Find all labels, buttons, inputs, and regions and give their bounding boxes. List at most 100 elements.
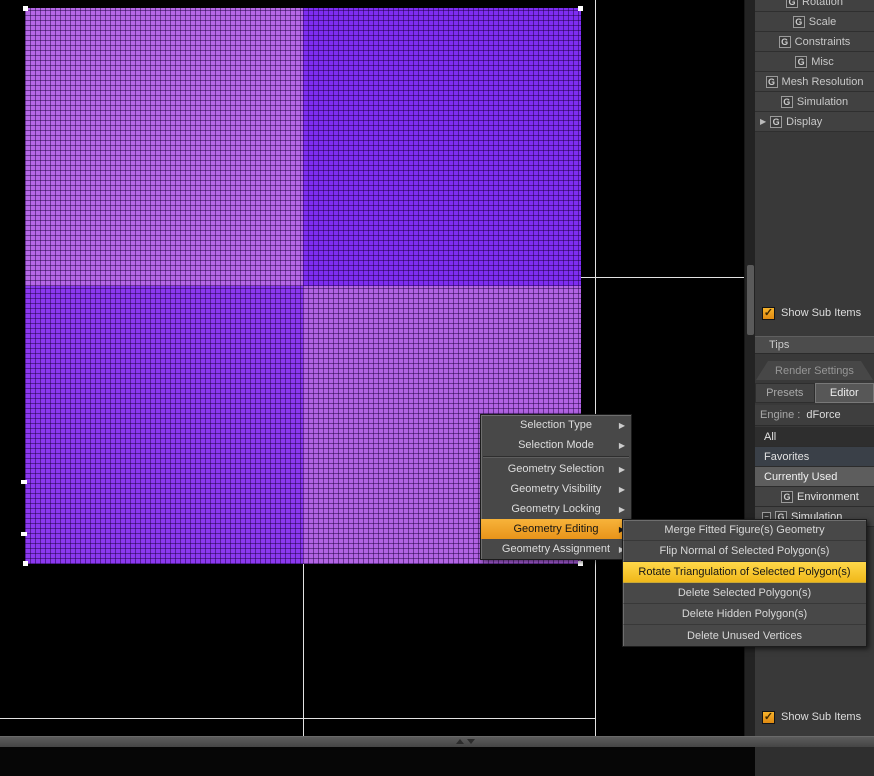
menu-item-label: Geometry Assignment [501,543,611,555]
param-group-misc[interactable]: G Misc [755,52,874,72]
submenu-item-label: Delete Unused Vertices [687,629,802,642]
group-icon: G [795,55,808,68]
render-settings-tabs: Presets Editor [755,383,874,403]
group-icon: G [770,115,783,128]
filter-row-environment[interactable]: G Environment [755,487,874,507]
menu-item-geometry-editing[interactable]: Geometry Editing ▶ [481,519,631,539]
tips-label: Tips [769,339,790,351]
menu-item-geometry-selection[interactable]: Geometry Selection ▶ [481,459,631,479]
menu-item-selection-mode[interactable]: Selection Mode ▶ [481,435,631,455]
group-icon: G [792,15,805,28]
param-group-label: Simulation [796,95,849,108]
filter-row-all[interactable]: All [755,427,874,447]
bottom-splitter-bar[interactable] [0,736,874,747]
grid-line-vertical [303,564,304,736]
engine-value: dForce [806,409,841,421]
group-icon: G [778,35,791,48]
param-group-label: Misc [811,55,834,68]
menu-item-geometry-locking[interactable]: Geometry Locking ▶ [481,499,631,519]
menu-item-label: Geometry Selection [507,463,605,475]
group-icon: G [765,75,778,88]
show-sub-items-label: Show Sub Items [781,307,862,319]
submenu-item-delete-selected[interactable]: Delete Selected Polygon(s) [623,583,866,604]
submenu-item-label: Delete Selected Polygon(s) [677,587,812,599]
filter-list: All Favorites Currently Used G Environme… [755,427,874,527]
submenu-arrow-icon: ▶ [618,440,625,450]
param-group-mesh-resolution[interactable]: G Mesh Resolution [755,72,874,92]
param-group-constraints[interactable]: G Constraints [755,32,874,52]
app-window: G Rotation G Scale G Constraints G Misc … [0,0,874,776]
filter-label: Environment [797,490,859,503]
selection-handle [21,532,27,536]
engine-label: Engine : [760,409,801,421]
submenu-item-delete-unused-vertices[interactable]: Delete Unused Vertices [623,625,866,646]
filter-label: Currently Used [764,470,838,483]
tips-button[interactable]: Tips [755,336,874,354]
grid-line-horizontal [0,718,596,719]
submenu-item-rotate-triangulation[interactable]: Rotate Triangulation of Selected Polygon… [623,562,866,583]
filter-row-currently-used[interactable]: Currently Used [755,467,874,487]
checkbox-checked-icon[interactable]: ✓ [762,306,775,320]
geometry-editing-submenu: Merge Fitted Figure(s) Geometry Flip Nor… [622,519,867,647]
arrow-down-icon [467,739,475,744]
menu-item-label: Geometry Editing [513,523,599,535]
param-group-label: Constraints [794,35,851,48]
submenu-item-label: Flip Normal of Selected Polygon(s) [659,545,830,557]
menu-item-label: Selection Type [520,419,592,431]
context-menu: Selection Type ▶ Selection Mode ▶ Geomet… [480,414,632,560]
bottom-right-area [755,747,874,776]
mesh-quadrant-top-left[interactable] [25,8,303,286]
parameter-groups: G Rotation G Scale G Constraints G Misc … [755,0,874,132]
menu-item-geometry-assignment[interactable]: Geometry Assignment ▶ [481,539,631,559]
tab-presets[interactable]: Presets [755,383,815,403]
expand-arrow-icon[interactable]: ▶ [760,117,766,126]
selection-handle [578,561,583,566]
filter-row-favorites[interactable]: Favorites [755,447,874,467]
submenu-arrow-icon: ▶ [618,420,625,430]
grid-line-vertical [595,0,596,736]
submenu-arrow-icon: ▶ [618,484,625,494]
show-sub-items-label: Show Sub Items [781,711,862,723]
mesh-quadrant-top-right[interactable] [303,8,581,286]
checkbox-checked-icon[interactable]: ✓ [762,710,775,724]
submenu-item-label: Rotate Triangulation of Selected Polygon… [638,566,851,578]
param-group-label: Display [786,115,823,128]
bottom-left-area [0,747,755,776]
menu-item-geometry-visibility[interactable]: Geometry Visibility ▶ [481,479,631,499]
submenu-item-flip-normal[interactable]: Flip Normal of Selected Polygon(s) [623,541,866,562]
param-group-rotation[interactable]: G Rotation [755,0,874,12]
render-settings-title: Render Settings [775,364,854,377]
menu-item-selection-type[interactable]: Selection Type ▶ [481,415,631,435]
tab-editor[interactable]: Editor [814,383,874,403]
param-group-display[interactable]: ▶ G Display [755,112,874,132]
scrollbar-thumb[interactable] [747,265,754,335]
group-icon: G [786,0,798,8]
tab-label: Presets [766,387,804,399]
param-group-simulation[interactable]: G Simulation [755,92,874,112]
menu-item-label: Selection Mode [518,439,594,451]
selection-handle [23,6,28,11]
menu-item-label: Geometry Visibility [510,483,602,495]
submenu-item-delete-hidden[interactable]: Delete Hidden Polygon(s) [623,604,866,625]
show-sub-items-top[interactable]: ✓ Show Sub Items [755,303,874,323]
splitter-grip-icon[interactable] [456,739,475,744]
submenu-item-label: Delete Hidden Polygon(s) [681,608,808,620]
submenu-arrow-icon: ▶ [618,504,625,514]
submenu-item-label: Merge Fitted Figure(s) Geometry [664,524,825,536]
selection-handle [21,480,27,484]
param-group-label: Scale [808,15,837,28]
submenu-item-merge-fitted[interactable]: Merge Fitted Figure(s) Geometry [623,520,866,541]
group-icon: G [780,95,793,108]
selection-handle [23,561,28,566]
param-group-scale[interactable]: G Scale [755,12,874,32]
menu-item-label: Geometry Locking [511,503,601,515]
filter-label: Favorites [764,450,810,463]
menu-separator [483,456,629,458]
tab-label: Editor [829,387,859,399]
grid-line-horizontal [581,277,744,278]
show-sub-items-bottom[interactable]: ✓ Show Sub Items [755,707,874,727]
engine-selector[interactable]: Engine : dForce [755,405,874,426]
mesh-quadrant-bottom-left[interactable] [25,286,303,564]
selection-handle [578,6,583,11]
render-settings-pane-tab[interactable]: Render Settings [756,361,873,380]
